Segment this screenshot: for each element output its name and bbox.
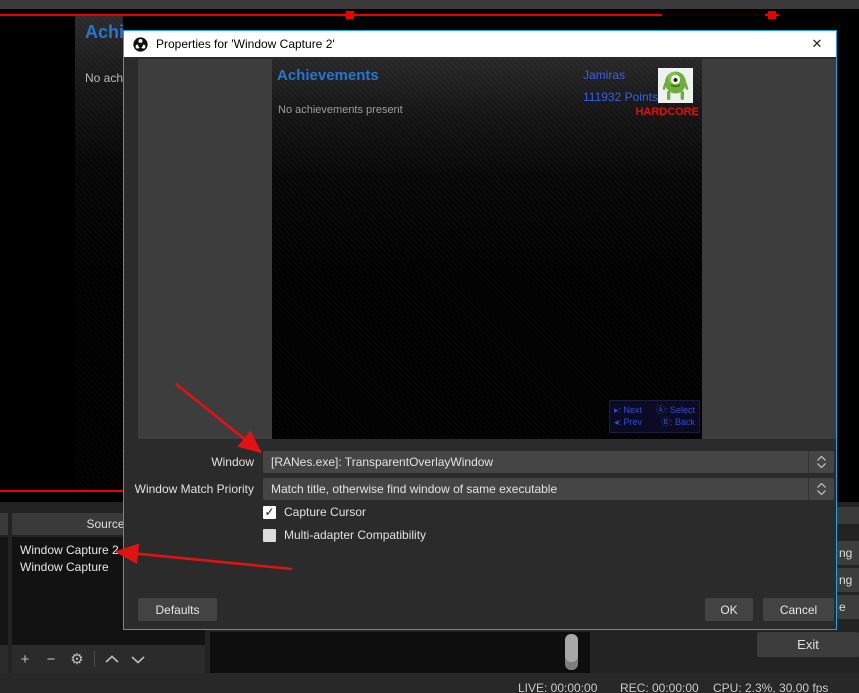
close-icon[interactable]: ✕ [806,31,828,57]
controls-dock-header [837,507,859,524]
spinner-arrows-icon[interactable] [808,478,834,500]
start-streaming-button-clipped[interactable]: ng [836,541,859,565]
dialog-titlebar[interactable]: Properties for 'Window Capture 2' ✕ [124,31,836,57]
hint-next: ▸: Next [614,404,642,416]
dialog-preview-area: Achievements No achievements present Jam… [138,59,836,439]
cpu-fps-status: CPU: 2.3%, 30.00 fps [713,681,828,693]
controller-hint-box: ▸: Next Ⓐ: Select ◂: Prev Ⓑ: Back [609,400,700,433]
source-properties-gear-icon[interactable]: ⚙ [64,650,90,668]
defaults-button[interactable]: Defaults [138,598,217,621]
window-select-value: [RANes.exe]: TransparentOverlayWindow [271,455,493,469]
background-achievements-empty: No achi [85,71,123,85]
audio-mixer-panel [210,632,590,673]
status-bar: LIVE: 00:00:00 REC: 00:00:00 CPU: 2.3%, … [0,673,859,693]
selection-border-top-shadow [662,14,765,16]
username-label: Jamiras [583,68,625,82]
background-achievements-title: Achie [85,22,123,43]
hint-prev: ◂: Prev [614,416,642,428]
studio-mode-button-clipped[interactable]: e [836,595,859,619]
capture-cursor-label[interactable]: Capture Cursor [284,505,366,519]
exit-button-label: Exit [797,637,819,652]
captured-window-preview: Achievements No achievements present Jam… [272,59,702,439]
selection-border-bottom [0,490,124,492]
move-source-down-icon[interactable] [125,655,151,664]
window-select[interactable]: [RANes.exe]: TransparentOverlayWindow [263,451,834,473]
window-label: Window [124,455,254,469]
achievements-title: Achievements [277,67,379,84]
rec-timer: REC: 00:00:00 [620,681,699,693]
multi-adapter-checkbox[interactable] [263,529,276,542]
window-match-priority-select[interactable]: Match title, otherwise find window of sa… [263,478,834,500]
hint-back: Ⓑ: Back [661,416,695,428]
sources-toolbar: + − ⚙ [12,645,205,673]
start-recording-button-clipped[interactable]: ng [836,568,859,592]
exit-button[interactable]: Exit [757,632,859,657]
points-label: 111932 Points [583,90,658,104]
live-timer: LIVE: 00:00:00 [518,681,597,693]
window-match-priority-label: Window Match Priority [124,482,254,496]
obs-screen: Achie No achi Sources Window Capture 2 W… [0,0,859,693]
window-match-priority-value: Match title, otherwise find window of sa… [271,482,557,496]
dialog-title: Properties for 'Window Capture 2' [156,37,335,51]
scrollbar-thumb[interactable] [565,634,578,670]
achievements-empty-message: No achievements present [278,104,403,116]
scenes-dock-edge-toolbar [0,645,8,673]
scenes-dock-edge-header [0,513,8,535]
add-source-icon[interactable]: + [12,651,38,668]
hardcore-badge: HARDCORE [635,106,699,118]
hint-select: Ⓐ: Select [656,404,695,416]
spinner-arrows-icon[interactable] [808,451,834,473]
capture-cursor-checkbox[interactable]: ✓ [263,506,276,519]
ok-button[interactable]: OK [705,598,753,621]
remove-source-icon[interactable]: − [38,651,64,668]
selection-handle-top-center[interactable] [346,11,354,19]
obs-logo-icon [133,37,148,52]
move-source-up-icon[interactable] [99,655,125,664]
toolbar-divider [94,651,95,667]
selection-handle-top-right[interactable] [768,11,776,19]
properties-dialog: Properties for 'Window Capture 2' ✕ Achi… [123,30,837,630]
multi-adapter-label[interactable]: Multi-adapter Compatibility [284,528,426,542]
avatar [658,68,693,103]
scenes-dock-edge-body [0,537,8,645]
top-strip [0,0,859,9]
background-capture-render: Achie No achi [75,16,123,490]
cancel-button[interactable]: Cancel [763,598,834,621]
